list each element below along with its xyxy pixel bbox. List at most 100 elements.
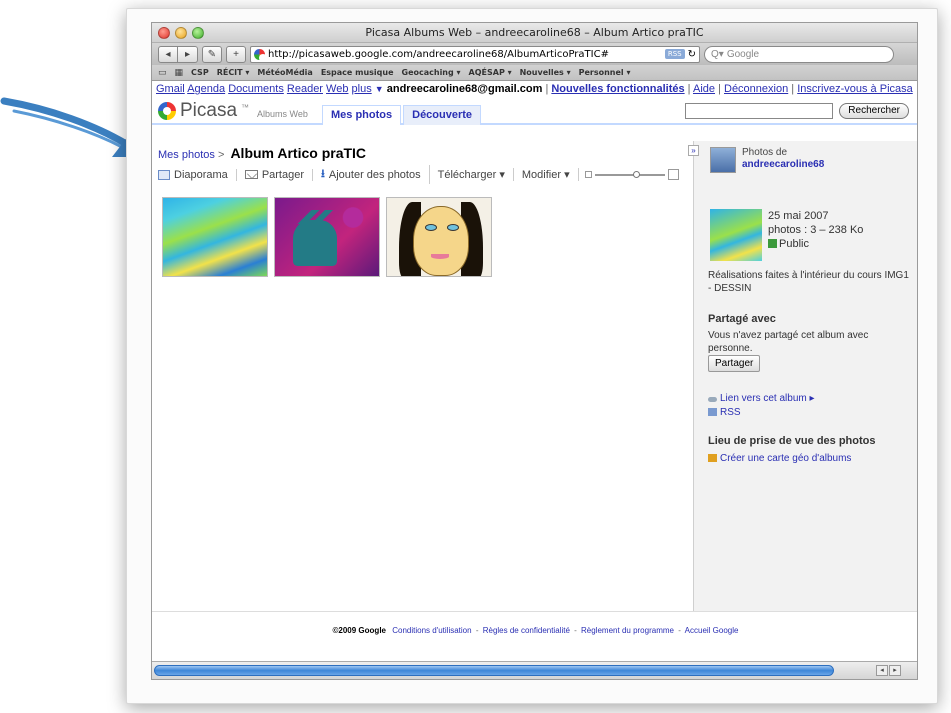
browser-toolbar: ◂ ▸ ✎ + http://picasaweb.google.com/andr… xyxy=(152,43,917,65)
reload-icon[interactable]: ↻ xyxy=(688,49,696,60)
photo-thumbnail[interactable] xyxy=(386,197,492,277)
album-link[interactable]: Lien vers cet album ▸ xyxy=(708,393,815,404)
edit-bookmark-button[interactable]: ✎ xyxy=(202,45,222,63)
album-content: Mes photos > Album Artico praTIC Diapora… xyxy=(152,141,692,611)
slideshow-button[interactable]: Diaporama xyxy=(158,168,237,181)
bookmark-geocaching[interactable]: Geocaching ▾ xyxy=(402,68,461,77)
link-icon xyxy=(708,397,717,402)
photo-grid xyxy=(162,197,492,277)
album-owner: Photos de andreecaroline68 xyxy=(710,147,824,173)
photo-thumbnail[interactable] xyxy=(274,197,380,277)
window-title: Picasa Albums Web – andreecaroline68 – A… xyxy=(365,26,704,39)
gbar-agenda[interactable]: Agenda xyxy=(187,83,225,95)
scroll-left-button[interactable]: ◂ xyxy=(876,665,888,676)
gbar-help[interactable]: Aide xyxy=(693,83,715,95)
rss-badge[interactable]: RSS xyxy=(664,49,685,59)
photo-search-input[interactable] xyxy=(685,103,834,119)
share-button[interactable]: Partager xyxy=(237,168,314,181)
rss-link[interactable]: RSS xyxy=(708,407,741,418)
main-tabs: Mes photos Découverte xyxy=(322,105,482,125)
site-favicon xyxy=(254,48,267,62)
gbar-more-arrow-icon[interactable]: ▼ xyxy=(375,84,384,94)
bookmark-espace-musique[interactable]: Espace musique xyxy=(321,68,394,77)
album-sidebar: » Photos de andreecaroline68 25 mai 2007… xyxy=(688,141,917,611)
album-visibility: Public xyxy=(768,237,863,251)
gbar-gmail[interactable]: Gmail xyxy=(156,83,185,95)
owner-name-link[interactable]: andreecaroline68 xyxy=(742,159,824,171)
add-bookmark-button[interactable]: + xyxy=(226,45,246,63)
bookmarks-bar: ▭ ▦ CSP RÉCIT ▾ MétéoMédia Espace musiqu… xyxy=(152,65,917,81)
album-title: Album Artico praTIC xyxy=(230,145,367,161)
title-bar: Picasa Albums Web – andreecaroline68 – A… xyxy=(152,23,917,43)
minimize-window-button[interactable] xyxy=(175,27,187,39)
album-cover[interactable] xyxy=(710,209,762,261)
address-url: http://picasaweb.google.com/andreecaroli… xyxy=(268,48,609,60)
tab-decouverte[interactable]: Découverte xyxy=(403,105,482,125)
breadcrumb: Mes photos > Album Artico praTIC xyxy=(158,145,366,161)
bookmark-recit[interactable]: RÉCIT ▾ xyxy=(217,68,250,77)
share-album-button[interactable]: Partager xyxy=(708,355,761,372)
avatar[interactable] xyxy=(710,147,736,173)
album-description: Réalisations faites à l'intérieur du cou… xyxy=(708,270,909,294)
picasa-logo-subtitle: Albums Web xyxy=(257,109,308,119)
portrait-drawing xyxy=(413,206,469,276)
thumbnail-size-slider[interactable] xyxy=(579,169,679,180)
map-icon xyxy=(708,454,717,462)
gbar-plus[interactable]: plus xyxy=(352,83,372,95)
upload-icon: ⭳ xyxy=(321,168,325,180)
add-photos-button[interactable]: ⭳ Ajouter des photos xyxy=(313,165,430,184)
download-menu[interactable]: Télécharger ▾ xyxy=(430,168,514,181)
bookmark-personnel[interactable]: Personnel ▾ xyxy=(579,68,631,77)
back-button[interactable]: ◂ xyxy=(158,45,178,63)
album-info: 25 mai 2007 photos : 3 – 238 Ko Public xyxy=(710,209,863,261)
horizontal-scrollbar[interactable]: ◂ ▸ xyxy=(152,661,917,679)
bookmarks-grid-icon[interactable]: ▦ xyxy=(175,68,184,78)
album-photo-count: photos : 3 – 238 Ko xyxy=(768,224,864,236)
window-controls xyxy=(158,27,204,39)
slider-track[interactable] xyxy=(594,170,665,178)
owner-label: Photos de xyxy=(742,147,788,158)
footer-program-rules-link[interactable]: Règlement du programme xyxy=(581,626,674,635)
gbar-reader[interactable]: Reader xyxy=(287,83,323,95)
nav-buttons: ◂ ▸ xyxy=(158,45,198,63)
search-button[interactable]: Rechercher xyxy=(839,103,909,119)
slider-knob[interactable] xyxy=(632,170,640,178)
search-placeholder: Google xyxy=(726,48,760,60)
gbar-signup[interactable]: Inscrivez-vous à Picasa xyxy=(797,83,913,95)
tab-mes-photos[interactable]: Mes photos xyxy=(322,105,402,125)
photo-thumbnail[interactable] xyxy=(162,197,268,277)
bookmark-csp[interactable]: CSP xyxy=(191,68,209,77)
breadcrumb-separator: > xyxy=(217,149,225,161)
collapse-sidebar-button[interactable]: » xyxy=(688,145,699,156)
picasa-header: Picasa ™ Albums Web Mes photos Découverte… xyxy=(152,97,917,125)
envelope-icon xyxy=(244,170,258,179)
breadcrumb-mes-photos[interactable]: Mes photos xyxy=(158,149,215,161)
album-date: 25 mai 2007 xyxy=(768,210,829,222)
create-geo-map-link[interactable]: Créer une carte géo d'albums xyxy=(708,453,851,464)
bookmark-aqesap[interactable]: AQÉSAP ▾ xyxy=(469,68,512,77)
scrollbar-thumb[interactable] xyxy=(154,665,834,676)
gbar-web[interactable]: Web xyxy=(326,83,348,95)
bookmark-nouvelles[interactable]: Nouvelles ▾ xyxy=(520,68,571,77)
picasa-logo-word: Picasa xyxy=(180,100,238,121)
scroll-right-button[interactable]: ▸ xyxy=(889,665,901,676)
shared-with-heading: Partagé avec xyxy=(708,313,776,325)
close-window-button[interactable] xyxy=(158,27,170,39)
footer-terms-link[interactable]: Conditions d'utilisation xyxy=(392,626,471,635)
location-heading: Lieu de prise de vue des photos xyxy=(708,435,876,447)
picasa-logo-icon xyxy=(158,102,176,120)
gbar-documents[interactable]: Documents xyxy=(228,83,284,95)
gbar-new-features[interactable]: Nouvelles fonctionnalités xyxy=(551,83,684,95)
zoom-window-button[interactable] xyxy=(192,27,204,39)
address-bar[interactable]: http://picasaweb.google.com/andreecaroli… xyxy=(250,45,700,63)
forward-button[interactable]: ▸ xyxy=(178,45,198,63)
bookmarks-book-icon[interactable]: ▭ xyxy=(158,68,167,78)
search-field[interactable]: Q▾ Google xyxy=(704,45,894,63)
footer-privacy-link[interactable]: Règles de confidentialité xyxy=(483,626,570,635)
slideshow-icon xyxy=(158,169,170,180)
bookmark-meteomedia[interactable]: MétéoMédia xyxy=(257,68,312,77)
edit-menu[interactable]: Modifier ▾ xyxy=(514,168,579,181)
footer-google-home-link[interactable]: Accueil Google xyxy=(685,626,739,635)
picasa-logo[interactable]: Picasa ™ Albums Web xyxy=(158,100,308,122)
gbar-logout[interactable]: Déconnexion xyxy=(724,83,788,95)
